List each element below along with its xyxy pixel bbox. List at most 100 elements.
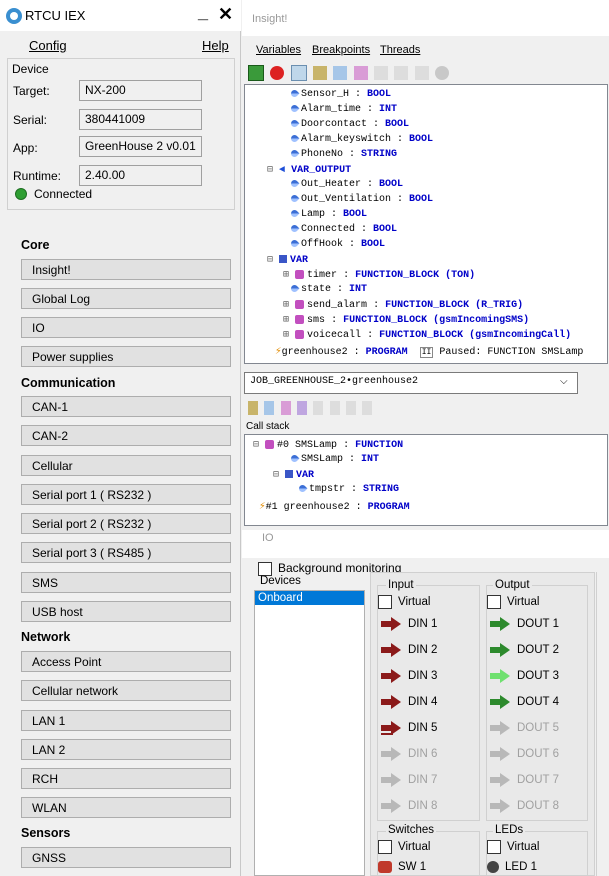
callstack-frame[interactable]: ⚡#1 greenhouse2 : PROGRAM — [259, 499, 410, 513]
tree-node[interactable]: Sensor_H : BOOL — [289, 88, 391, 100]
din-arrow-icon[interactable] — [380, 799, 402, 813]
callstack-var[interactable]: SMSLamp : INT — [289, 453, 379, 465]
checkbox-icon[interactable] — [378, 840, 392, 854]
breakpoint-icon[interactable] — [313, 400, 324, 415]
din-arrow-icon[interactable] — [380, 617, 402, 631]
output-virtual-checkbox[interactable]: Virtual — [487, 595, 539, 609]
menu-help[interactable]: Help — [202, 38, 229, 53]
nav-can-2[interactable]: CAN-2 — [21, 425, 231, 446]
tree-node[interactable]: ⊞ voicecall : FUNCTION_BLOCK (gsmIncomin… — [283, 329, 571, 341]
callstack-frame[interactable]: ⊟ #0 SMSLamp : FUNCTION — [253, 439, 403, 451]
nav-cellular-network[interactable]: Cellular network — [21, 680, 231, 701]
din-arrow-icon[interactable] — [380, 721, 402, 735]
callstack-var[interactable]: tmpstr : STRING — [297, 483, 399, 495]
tree-node[interactable]: Lamp : BOOL — [289, 208, 367, 220]
callstack-section[interactable]: ⊟ VAR — [273, 469, 314, 481]
device-item-onboard[interactable]: Onboard — [255, 591, 364, 605]
clear-breakpoint-icon[interactable] — [394, 66, 409, 80]
checkbox-icon[interactable] — [487, 840, 501, 854]
refresh-icon[interactable] — [248, 65, 264, 81]
collapse-icon[interactable]: ⊟ — [267, 165, 273, 176]
input-virtual-checkbox[interactable]: Virtual — [378, 595, 430, 609]
tree-node[interactable]: Alarm_keyswitch : BOOL — [289, 133, 433, 145]
nav-serial-port-2[interactable]: Serial port 2 ( RS232 ) — [21, 513, 231, 534]
nav-serial-port-3[interactable]: Serial port 3 ( RS485 ) — [21, 542, 231, 563]
toggle-icon[interactable] — [414, 66, 429, 80]
nav-insight[interactable]: Insight! — [21, 259, 231, 280]
tree-node[interactable]: Out_Heater : BOOL — [289, 178, 403, 190]
switch-sw1[interactable]: SW 1 — [378, 861, 426, 873]
nav-global-log[interactable]: Global Log — [21, 288, 231, 309]
dout-arrow-icon[interactable] — [489, 643, 511, 657]
switches-virtual-checkbox[interactable]: Virtual — [378, 840, 430, 854]
tree-node[interactable]: OffHook : BOOL — [289, 238, 385, 250]
din-arrow-icon[interactable] — [380, 747, 402, 761]
step-over-icon[interactable] — [264, 400, 275, 415]
tree-node[interactable]: Connected : BOOL — [289, 223, 397, 235]
tree-section[interactable]: ⊟ ◄ VAR_OUTPUT — [267, 164, 351, 176]
nav-cellular[interactable]: Cellular — [21, 455, 231, 476]
dout-arrow-icon[interactable] — [489, 799, 511, 813]
expand-icon[interactable]: ⊞ — [283, 330, 289, 341]
tree-node[interactable]: Doorcontact : BOOL — [289, 118, 409, 130]
tree-node[interactable]: state : INT — [289, 283, 367, 295]
dout-arrow-icon[interactable] — [489, 669, 511, 683]
dout-arrow-icon[interactable] — [489, 617, 511, 631]
step-out-icon[interactable] — [353, 66, 368, 80]
tree-node[interactable]: PhoneNo : STRING — [289, 148, 397, 160]
clear-icon[interactable] — [362, 400, 373, 415]
tree-node[interactable]: Alarm_time : INT — [289, 103, 397, 115]
collapse-icon[interactable]: ⊟ — [267, 255, 273, 266]
checkbox-icon[interactable] — [258, 561, 272, 576]
nav-can-1[interactable]: CAN-1 — [21, 396, 231, 417]
step-out-icon[interactable] — [280, 400, 291, 415]
nav-lan-1[interactable]: LAN 1 — [21, 710, 231, 731]
breakpoint-icon[interactable] — [374, 66, 389, 80]
stop-icon[interactable] — [270, 66, 285, 80]
tree-section[interactable]: ⊟ VAR — [267, 254, 308, 266]
nav-sms[interactable]: SMS — [21, 572, 231, 593]
dout-arrow-icon[interactable] — [489, 721, 511, 735]
step-into-icon[interactable] — [313, 66, 328, 80]
nav-access-point[interactable]: Access Point — [21, 651, 231, 672]
menu-variables[interactable]: Variables — [256, 44, 301, 56]
expand-icon[interactable]: ⊞ — [283, 270, 289, 281]
nav-lan-2[interactable]: LAN 2 — [21, 739, 231, 760]
tree-node[interactable]: Out_Ventilation : BOOL — [289, 193, 433, 205]
callstack-tree[interactable]: ⊟ #0 SMSLamp : FUNCTION SMSLamp : INT ⊟ … — [244, 434, 608, 526]
menu-breakpoints[interactable]: Breakpoints — [312, 44, 370, 56]
din-arrow-icon[interactable] — [380, 669, 402, 683]
tree-node[interactable]: ⊞ sms : FUNCTION_BLOCK (gsmIncomingSMS) — [283, 314, 529, 326]
menu-config[interactable]: Config — [29, 38, 67, 53]
menu-threads[interactable]: Threads — [380, 44, 420, 56]
devices-list[interactable]: Onboard — [254, 590, 365, 876]
variables-tree[interactable]: Sensor_H : BOOL Alarm_time : INT Doorcon… — [244, 84, 608, 364]
minimize-button[interactable]: _ — [198, 2, 208, 23]
nav-rch[interactable]: RCH — [21, 768, 231, 789]
nav-io[interactable]: IO — [21, 317, 231, 338]
checkbox-icon[interactable] — [487, 595, 501, 609]
chevron-down-icon[interactable]: ⌵ — [560, 376, 568, 387]
nav-gnss[interactable]: GNSS — [21, 847, 231, 868]
din-arrow-icon[interactable] — [380, 773, 402, 787]
nav-power-supplies[interactable]: Power supplies — [21, 346, 231, 367]
edit-icon[interactable] — [329, 400, 340, 415]
tree-node-program[interactable]: ⚡greenhouse2 : PROGRAM II Paused: FUNCTI… — [275, 344, 583, 358]
run-icon[interactable] — [290, 65, 307, 81]
link-icon[interactable] — [346, 400, 357, 415]
disabled-icon[interactable] — [435, 66, 450, 80]
dout-arrow-icon[interactable] — [489, 747, 511, 761]
checkbox-icon[interactable] — [378, 595, 392, 609]
step-over-icon[interactable] — [333, 66, 348, 80]
din-arrow-icon[interactable] — [380, 695, 402, 709]
nav-serial-port-1[interactable]: Serial port 1 ( RS232 ) — [21, 484, 231, 505]
step-into-icon[interactable] — [248, 400, 258, 415]
expand-icon[interactable]: ⊞ — [283, 315, 289, 326]
expand-icon[interactable]: ⊞ — [283, 300, 289, 311]
din-arrow-icon[interactable] — [380, 643, 402, 657]
dout-arrow-icon[interactable] — [489, 695, 511, 709]
dout-arrow-icon[interactable] — [489, 773, 511, 787]
tree-node[interactable]: ⊞ timer : FUNCTION_BLOCK (TON) — [283, 269, 475, 281]
job-selector[interactable]: JOB_GREENHOUSE_2•greenhouse2 — [244, 372, 578, 394]
run-to-cursor-icon[interactable] — [297, 400, 308, 415]
